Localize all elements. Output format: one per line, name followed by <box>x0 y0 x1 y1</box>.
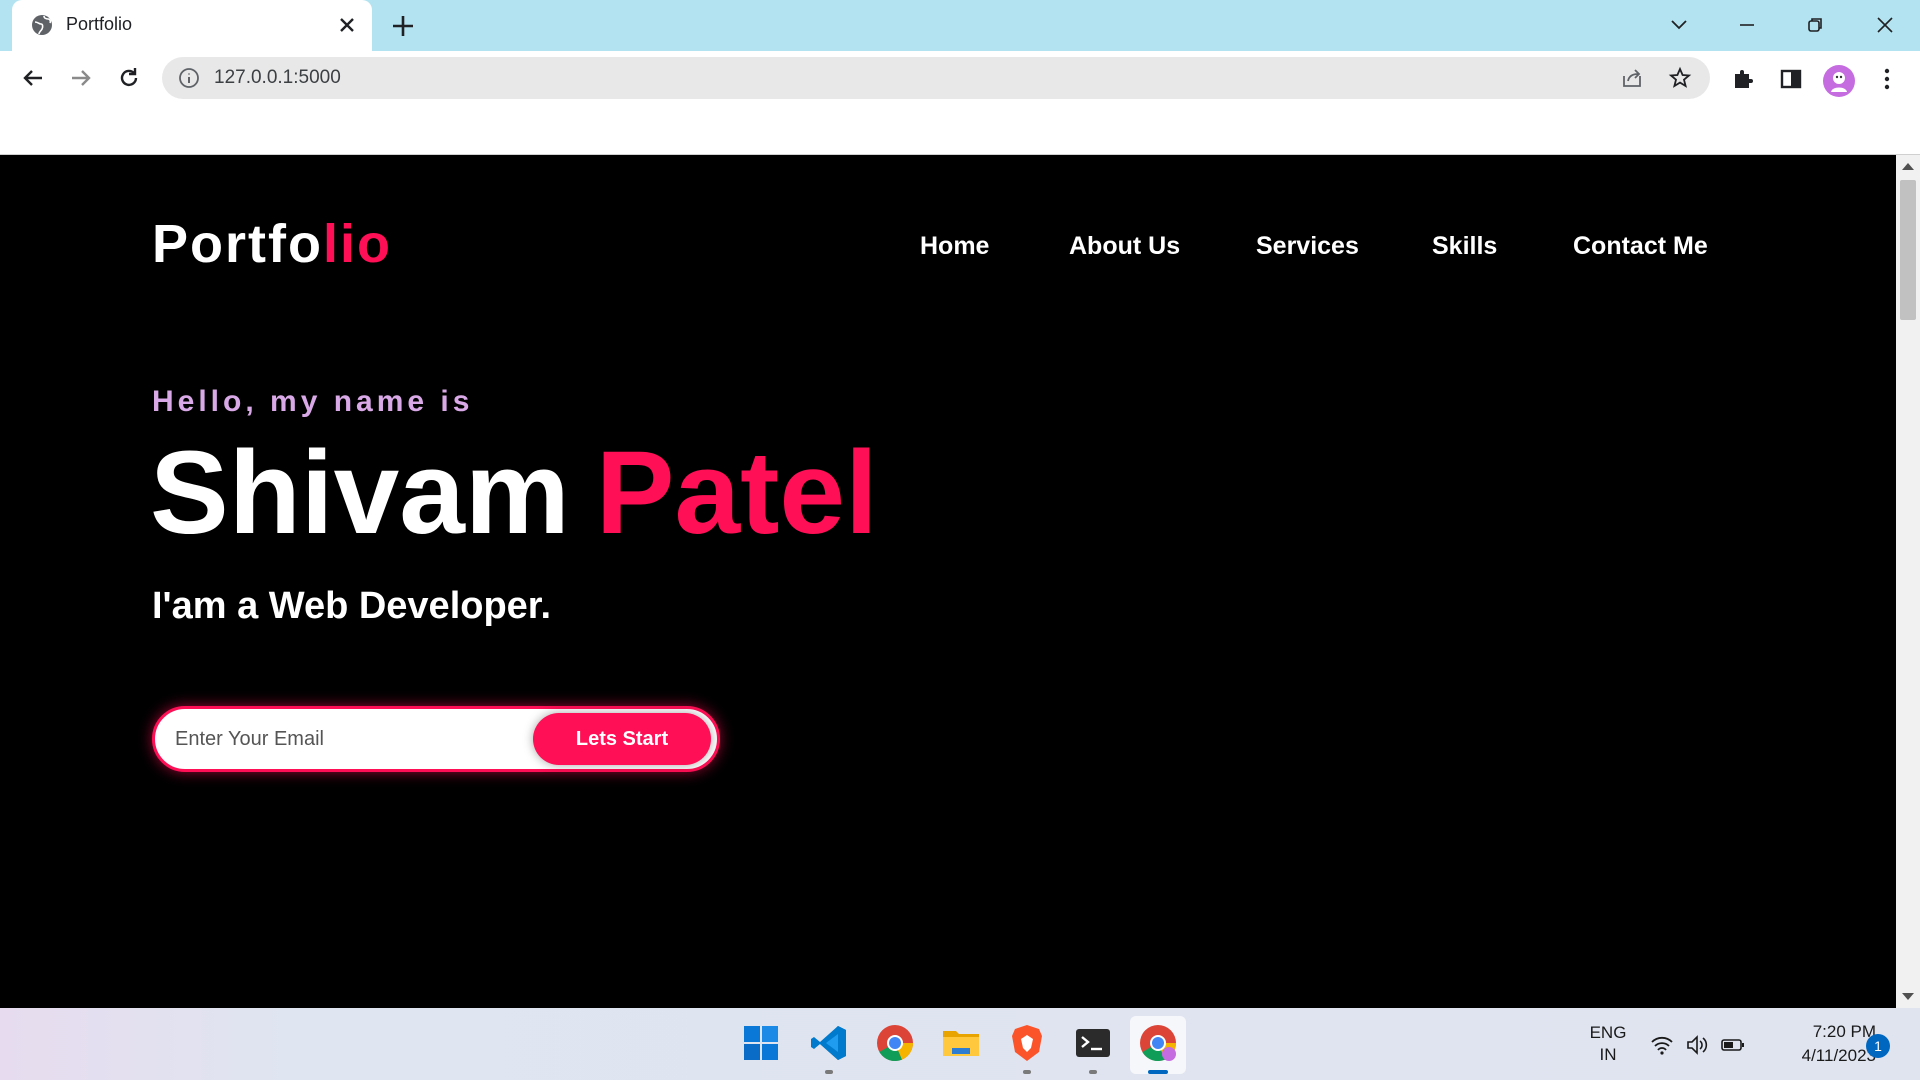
vscode-icon[interactable] <box>808 1022 850 1064</box>
info-icon[interactable] <box>178 67 200 89</box>
email-signup-form: Lets Start <box>152 706 720 772</box>
tab-search-chevron-icon[interactable] <box>1664 10 1694 40</box>
menu-kebab-icon[interactable] <box>1872 64 1902 94</box>
nav-services[interactable]: Services <box>1256 232 1359 261</box>
windows-start-icon[interactable] <box>740 1022 782 1064</box>
bookmark-star-icon[interactable] <box>1668 66 1692 90</box>
windows-taskbar: ENG IN 7:20 PM 4/11/2023 1 <box>0 1008 1920 1080</box>
minimize-icon[interactable] <box>1732 10 1762 40</box>
restore-icon[interactable] <box>1800 10 1830 40</box>
battery-icon[interactable] <box>1720 1032 1746 1058</box>
hero-first-name: Shivam <box>150 427 570 559</box>
hero-role: I'am a Web Developer. <box>152 585 552 627</box>
globe-icon <box>32 15 52 35</box>
brave-running-indicator <box>1023 1070 1031 1074</box>
clock-time: 7:20 PM <box>1812 1022 1876 1041</box>
brave-icon[interactable] <box>1006 1022 1048 1064</box>
tab-portfolio[interactable]: Portfolio <box>12 0 372 51</box>
chrome-active-indicator <box>1148 1070 1168 1074</box>
main-nav: Home About Us Services Skills Contact Me <box>0 232 1896 272</box>
share-icon[interactable] <box>1620 66 1644 90</box>
back-arrow-icon[interactable] <box>18 63 48 93</box>
nav-about-us[interactable]: About Us <box>1069 232 1180 261</box>
nav-skills[interactable]: Skills <box>1432 232 1497 261</box>
browser-window: Portfolio 127.0.0.1:5000 Portfolio Home … <box>0 0 1920 1080</box>
forward-arrow-icon[interactable] <box>66 63 96 93</box>
nav-home[interactable]: Home <box>920 232 989 261</box>
extensions-puzzle-icon[interactable] <box>1728 64 1758 94</box>
language-code: ENG <box>1589 1023 1627 1042</box>
scroll-up-arrow-icon[interactable] <box>1902 163 1914 170</box>
hero-name: Shivam Patel <box>150 425 878 561</box>
terminal-icon[interactable] <box>1072 1022 1114 1064</box>
vscode-running-indicator <box>825 1070 833 1074</box>
file-explorer-icon[interactable] <box>940 1022 982 1064</box>
reload-icon[interactable] <box>114 63 144 93</box>
side-panel-icon[interactable] <box>1776 64 1806 94</box>
system-clock[interactable]: 7:20 PM 4/11/2023 <box>1766 1020 1876 1068</box>
profile-avatar[interactable] <box>1823 65 1855 97</box>
new-tab-icon[interactable] <box>390 13 416 39</box>
chrome-profile-icon[interactable] <box>1137 1022 1179 1064</box>
scroll-down-arrow-icon[interactable] <box>1902 993 1914 1000</box>
close-tab-icon[interactable] <box>336 14 358 36</box>
hero-greeting: Hello, my name is <box>152 385 474 418</box>
nav-contact-me[interactable]: Contact Me <box>1573 232 1708 261</box>
address-bar[interactable]: 127.0.0.1:5000 <box>162 57 1710 99</box>
language-indicator[interactable]: ENG IN <box>1585 1022 1631 1066</box>
wifi-icon[interactable] <box>1649 1032 1675 1058</box>
clock-date: 4/11/2023 <box>1801 1046 1876 1065</box>
email-field[interactable] <box>175 723 505 755</box>
page-scrollbar[interactable] <box>1896 155 1920 1008</box>
hero-last-name: Patel <box>595 427 878 559</box>
scroll-thumb[interactable] <box>1900 180 1916 320</box>
language-region: IN <box>1599 1045 1617 1064</box>
tab-strip: Portfolio <box>0 0 1920 51</box>
chrome-icon[interactable] <box>874 1022 916 1064</box>
browser-toolbar: 127.0.0.1:5000 <box>0 51 1920 155</box>
notification-badge[interactable]: 1 <box>1866 1034 1890 1058</box>
url-text[interactable]: 127.0.0.1:5000 <box>214 67 341 89</box>
page-viewport: Portfolio Home About Us Services Skills … <box>0 155 1896 1008</box>
terminal-running-indicator <box>1089 1070 1097 1074</box>
profile-avatar-icon <box>1831 72 1847 92</box>
close-window-icon[interactable] <box>1870 10 1900 40</box>
lets-start-button[interactable]: Lets Start <box>533 713 711 765</box>
tab-title: Portfolio <box>66 14 133 34</box>
volume-icon[interactable] <box>1684 1032 1710 1058</box>
